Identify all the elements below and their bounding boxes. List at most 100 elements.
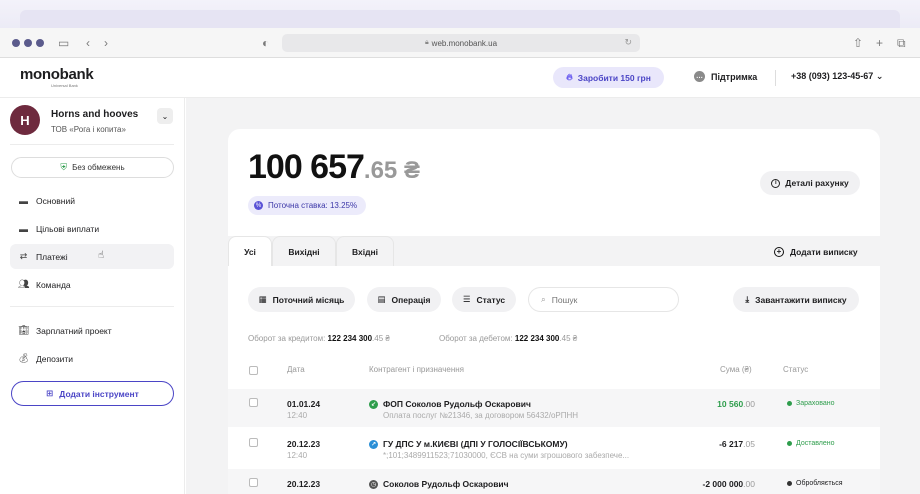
rate-label: Поточна ставка: 13.25%	[268, 201, 358, 210]
balance-main: 100 657	[248, 148, 365, 186]
sidebar-item-payments[interactable]: ⇄ Платежі	[10, 244, 174, 269]
credit-turnover-value: 122 234 300	[327, 334, 373, 343]
company-switch-chevron-icon[interactable]: ⌄	[157, 108, 173, 124]
status-text: Доставлено	[796, 440, 835, 447]
chevron-down-icon: ⌄	[875, 71, 884, 81]
download-icon: ⤓	[745, 294, 750, 304]
moneybag-icon: 💰︎	[18, 353, 30, 363]
filter-operation-button[interactable]: ▤ Операція	[367, 287, 441, 312]
search-field[interactable]: ⌕	[528, 287, 679, 312]
table-header: Дата Контрагент і призначення Сума (₴) С…	[228, 365, 880, 377]
address-bar[interactable]: 🔒︎ web.monobank.ua ↻	[282, 34, 640, 52]
sidebar-item-label: Цільові виплати	[36, 223, 100, 234]
row-amount: -2 000 000.00	[703, 479, 755, 489]
credit-turnover: Оборот за кредитом: 122 234 300.45 ₴	[248, 334, 390, 343]
phone-number: +38 (093) 123-45-67	[791, 71, 874, 81]
debit-turnover-cents: .45 ₴	[559, 334, 578, 343]
status-badge: Обробляється	[787, 480, 843, 487]
card-icon: ▬	[19, 195, 28, 206]
status-dot	[787, 401, 792, 406]
plus-circle-icon: +	[774, 247, 784, 257]
amount-cents: .05	[743, 439, 755, 449]
row-time: 12:40	[287, 411, 308, 420]
row-purpose: *;101;3489911523;71030000, ЄСВ на суми з…	[383, 451, 630, 460]
select-all-checkbox[interactable]	[249, 366, 258, 375]
support-link[interactable]: … Підтримка	[694, 71, 757, 82]
earn-label: Заробити 150 грн	[577, 72, 651, 83]
sidebar-item-team[interactable]: 👥︎ Команда	[10, 272, 174, 297]
column-date[interactable]: Дата	[287, 365, 305, 374]
sidebar-item-label: Основний	[36, 195, 75, 206]
column-amount[interactable]: Сума (₴)	[720, 365, 752, 374]
card-icon: ▬	[19, 223, 28, 234]
limits-label: Без обмежень	[72, 163, 125, 172]
row-date: 20.12.23	[287, 439, 321, 449]
filter-month-button[interactable]: ▦ Поточний місяць	[248, 287, 355, 312]
filter-month-label: Поточний місяць	[272, 294, 345, 305]
sidebar-item-label: Команда	[36, 279, 71, 290]
download-label: Завантажити виписку	[755, 294, 847, 305]
counterparty-name: Соколов Рудольф Оскарович	[383, 479, 509, 489]
list-icon: ☰	[462, 294, 471, 304]
amount-cents: .00	[743, 479, 755, 489]
row-purpose: Оплата послуг №21346, за договором 56432…	[383, 411, 579, 420]
company-name[interactable]: Horns and hooves	[51, 109, 138, 120]
debit-turnover: Оборот за дебетом: 122 234 300.45 ₴	[439, 334, 577, 343]
phone-dropdown[interactable]: +38 (093) 123-45-67 ⌄	[791, 71, 883, 82]
browser-toolbar: ▭ ‹ › ◐ 🔒︎ web.monobank.ua ↻ ⇧ + ⧉	[0, 28, 920, 58]
header-divider	[775, 70, 776, 86]
table-row[interactable]: 01.01.24 12:40 ↙ ФОП Соколов Рудольф Оск…	[228, 389, 880, 427]
incoming-arrow-icon: ↙	[369, 399, 378, 409]
row-amount: -6 217.05	[719, 439, 755, 449]
sidebar-item-salary-project[interactable]: 🏢︎ Зарплатний проект	[10, 318, 174, 343]
filter-status-button[interactable]: ☰ Статус	[452, 287, 516, 312]
window-close-dot[interactable]	[12, 39, 20, 47]
back-icon[interactable]: ‹	[86, 35, 90, 51]
add-tool-label: Додати інструмент	[59, 388, 139, 399]
search-input[interactable]	[551, 294, 652, 305]
account-card: 100 657.65 ₴ % Поточна ставка: 13.25% i …	[228, 129, 880, 494]
new-tab-icon[interactable]: +	[876, 35, 883, 51]
tab-incoming[interactable]: Вхідні	[336, 236, 394, 266]
window-minimize-dot[interactable]	[24, 39, 32, 47]
row-date: 20.12.23	[287, 479, 321, 489]
download-statement-button[interactable]: ⤓ Завантажити виписку	[733, 287, 859, 312]
row-checkbox[interactable]	[249, 398, 258, 407]
table-row[interactable]: 20.12.23 ◷ Соколов Рудольф Оскарович -2 …	[228, 469, 880, 494]
shield-privacy-icon[interactable]: ◐	[262, 35, 269, 51]
counterparty-name: ГУ ДПС У м.КИЄВІ (ДПІ У ГОЛОСІЇВСЬКОМУ)	[383, 439, 568, 449]
sidebar-item-main[interactable]: ▬ Основний	[10, 188, 174, 213]
search-icon: ⌕	[541, 294, 546, 304]
share-icon[interactable]: ⇧	[853, 35, 863, 51]
window-zoom-dot[interactable]	[36, 39, 44, 47]
building-icon: 🏢︎	[18, 325, 30, 335]
sidebar-item-label: Зарплатний проект	[36, 325, 112, 336]
add-tool-button[interactable]: ⊞ Додати інструмент	[11, 381, 174, 406]
sidebar-toggle-icon[interactable]: ▭	[58, 35, 69, 51]
add-statement-button[interactable]: + Додати виписку	[774, 247, 858, 257]
logo[interactable]: monobank	[20, 66, 94, 83]
forward-icon[interactable]: ›	[104, 35, 108, 51]
row-checkbox[interactable]	[249, 478, 258, 487]
tab-all[interactable]: Усі	[228, 236, 272, 266]
details-label: Деталі рахунку	[785, 178, 849, 188]
add-statement-label: Додати виписку	[790, 247, 858, 257]
limits-badge[interactable]: ⛨ Без обмежень	[11, 157, 174, 178]
sidebar-item-deposits[interactable]: 💰︎ Депозити	[10, 346, 174, 371]
earn-button[interactable]: 🔥︎ Заробити 150 грн	[553, 67, 664, 88]
credit-turnover-cents: .45 ₴	[372, 334, 390, 343]
calendar-icon: ▦	[258, 294, 267, 304]
company-avatar[interactable]: H	[10, 105, 40, 135]
tab-outgoing[interactable]: Вихідні	[272, 236, 336, 266]
table-row[interactable]: 20.12.23 12:40 ↗ ГУ ДПС У м.КИЄВІ (ДПІ У…	[228, 429, 880, 467]
sidebar-item-target-payouts[interactable]: ▬ Цільові виплати	[10, 216, 174, 241]
url-text: web.monobank.ua	[431, 38, 498, 48]
row-checkbox[interactable]	[249, 438, 258, 447]
tabs-overview-icon[interactable]: ⧉	[897, 35, 906, 51]
grid-plus-icon: ⊞	[46, 388, 54, 398]
account-details-button[interactable]: i Деталі рахунку	[760, 171, 860, 195]
reload-icon[interactable]: ↻	[624, 37, 632, 48]
chat-icon: …	[694, 71, 705, 82]
row-date: 01.01.24	[287, 399, 321, 409]
debit-turnover-value: 122 234 300	[514, 334, 560, 343]
